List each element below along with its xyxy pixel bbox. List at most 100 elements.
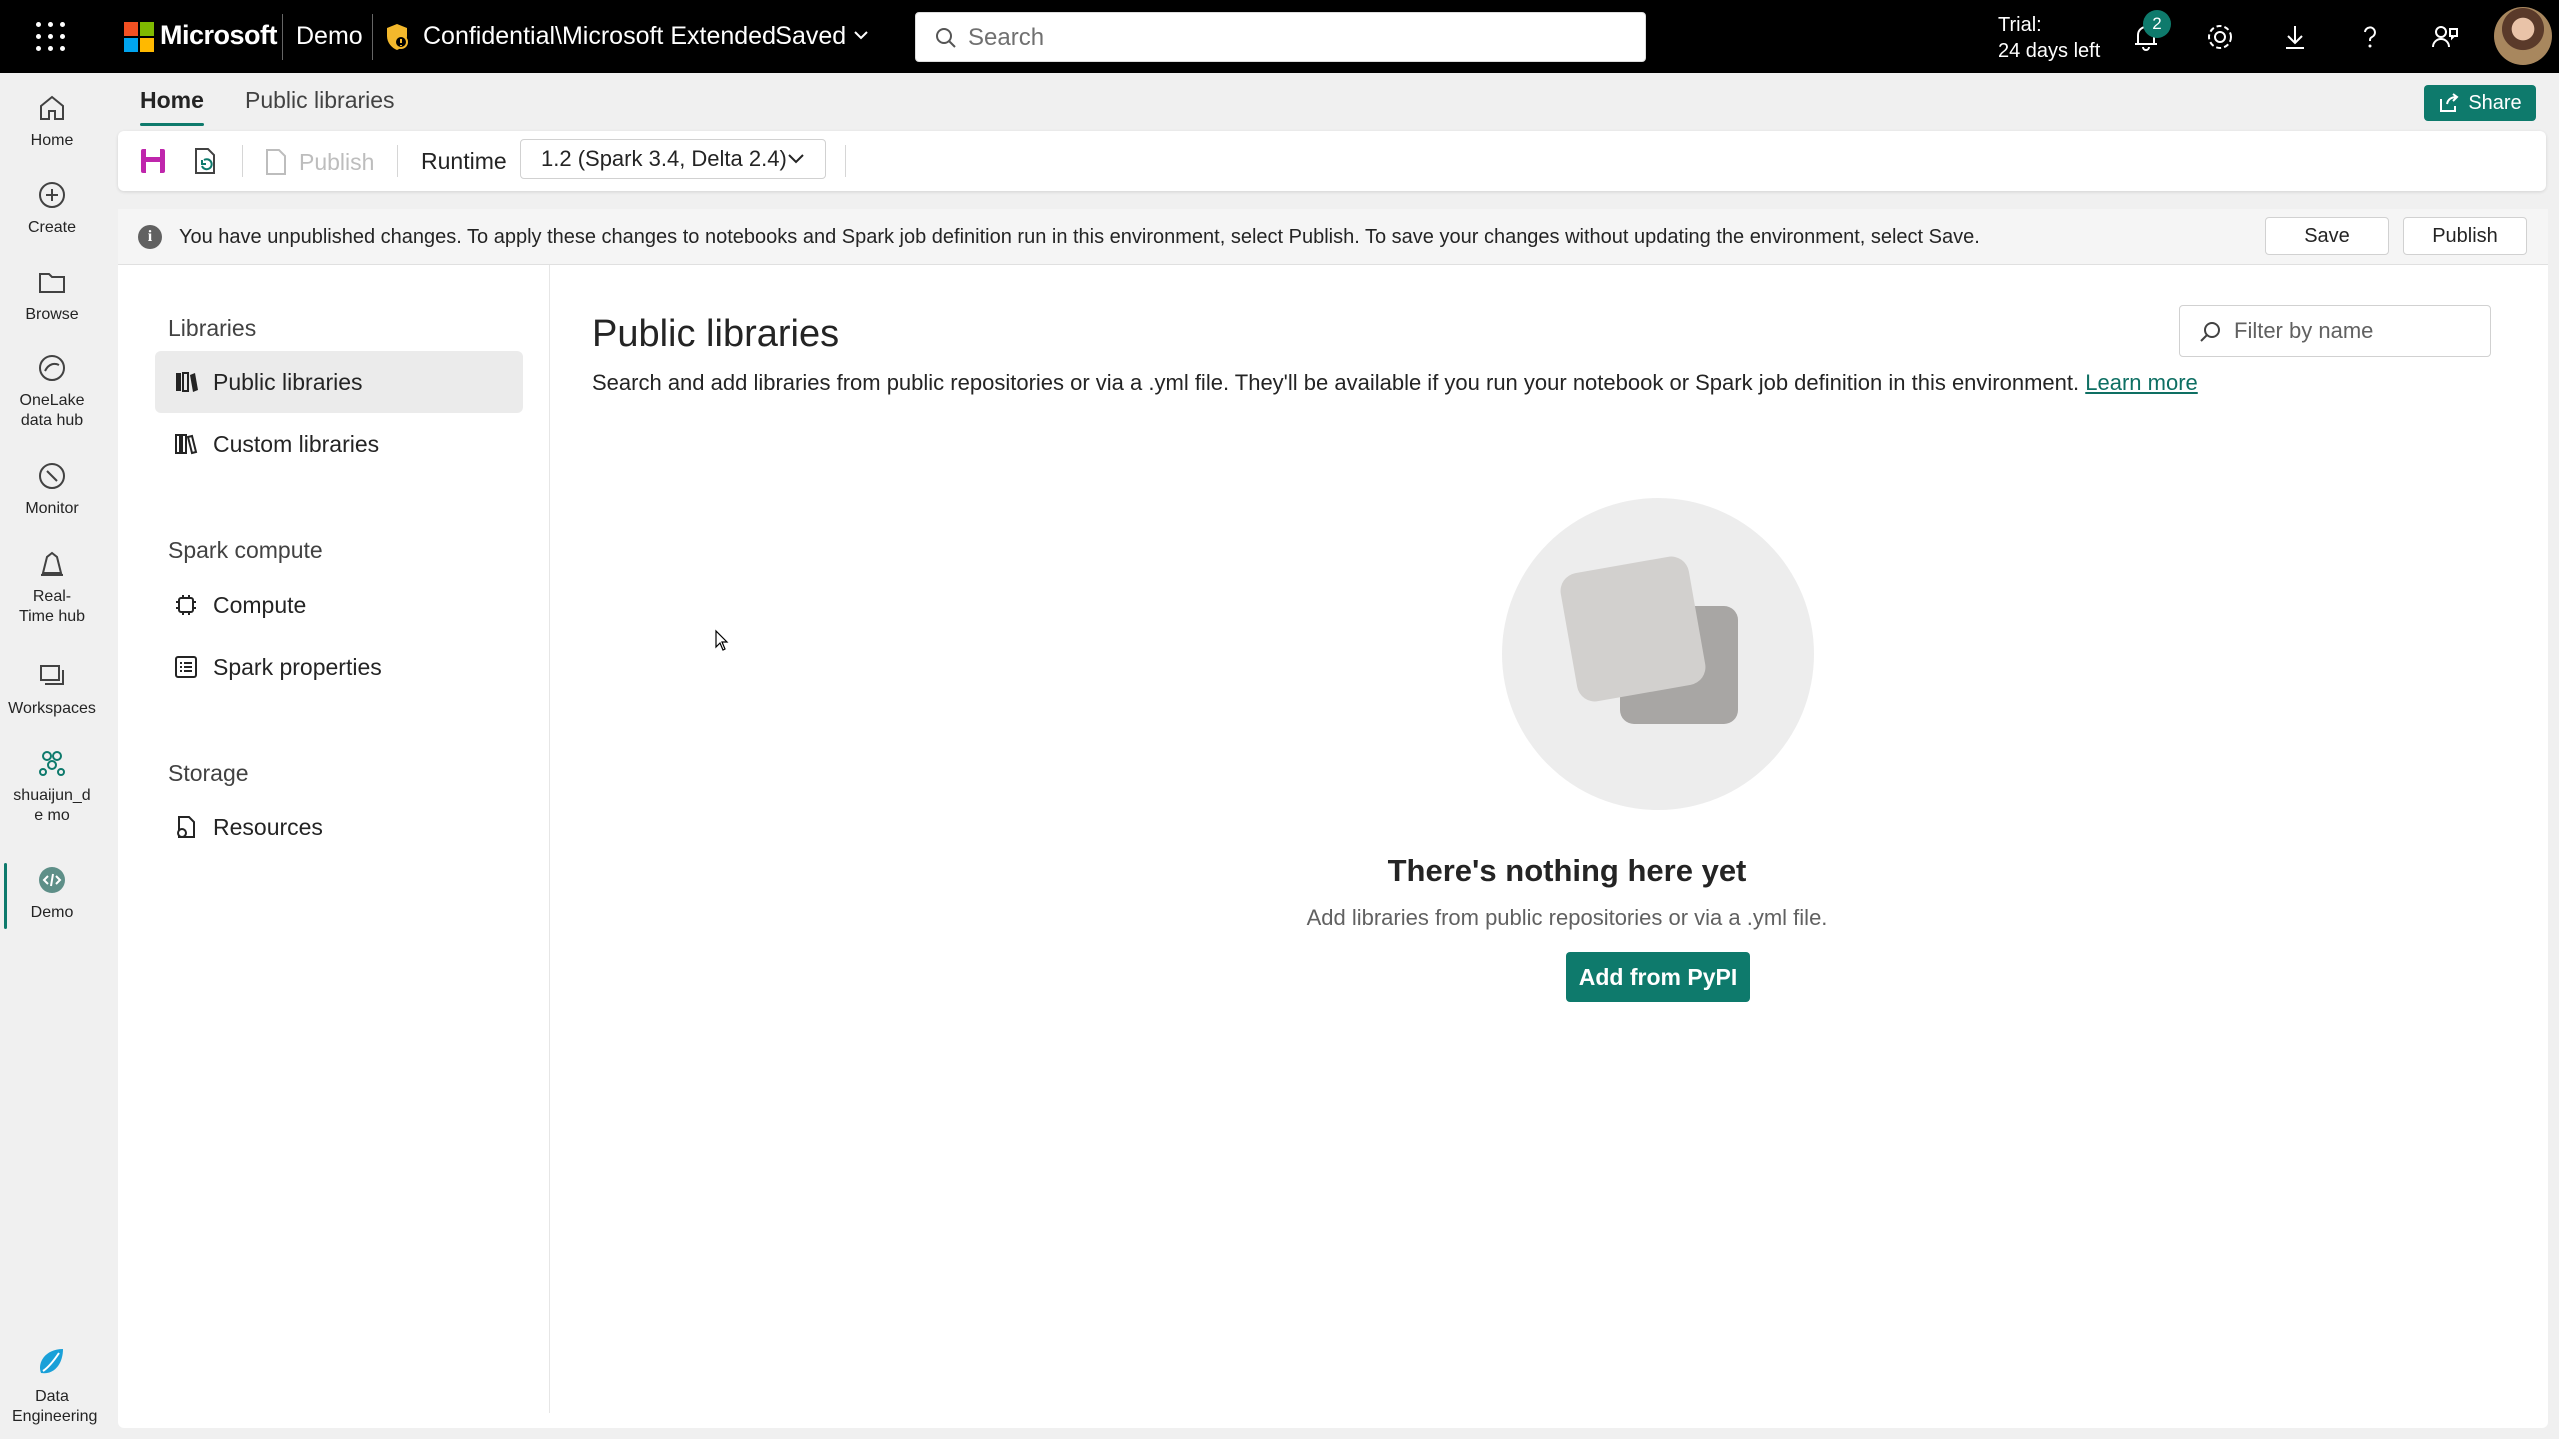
divider <box>397 145 398 177</box>
share-label: Share <box>2468 91 2522 114</box>
resources-icon <box>177 816 195 838</box>
nav-item-resources[interactable]: Resources <box>155 796 523 858</box>
rail-item-onelake[interactable]: OneLake data hub <box>0 351 104 431</box>
plus-circle-icon <box>39 182 65 208</box>
folder-icon <box>39 273 65 293</box>
add-from-pypi-button[interactable]: Add from PyPI <box>1566 952 1750 1002</box>
nav-label: Public libraries <box>213 369 363 395</box>
compute-icon <box>176 595 196 615</box>
filter-box[interactable] <box>2179 305 2491 357</box>
share-button[interactable]: Share <box>2424 85 2536 121</box>
rail-label: Home <box>30 132 74 149</box>
main-area: Home Public libraries Share Publish Runt… <box>118 73 2548 1428</box>
home-icon <box>40 95 64 120</box>
chevron-down-icon <box>788 154 804 164</box>
save-button[interactable]: Save <box>2265 217 2389 255</box>
page-title: Public libraries <box>592 313 840 355</box>
environment-icon <box>39 867 65 893</box>
trial-days: 24 days left <box>1998 40 2101 62</box>
nav-label: Spark properties <box>213 654 382 680</box>
rail-item-workspace-shuaijun[interactable]: shuaijun_de mo <box>0 746 104 826</box>
runtime-value: 1.2 (Spark 3.4, Delta 2.4) <box>541 146 787 171</box>
rail-item-realtime[interactable]: Real-Time hub <box>0 547 104 627</box>
divider <box>372 14 373 60</box>
search-input[interactable] <box>968 21 1628 55</box>
realtime-hub-icon <box>41 551 63 576</box>
rail-label: Real-Time hub <box>18 588 86 625</box>
empty-state-title: There's nothing here yet <box>1387 853 1747 888</box>
rail-label: OneLake data hub <box>19 392 85 429</box>
settings-nav: Libraries Public libraries Custom librar… <box>118 265 550 1413</box>
rail-item-monitor[interactable]: Monitor <box>0 459 104 519</box>
save-as-icon[interactable] <box>190 146 220 176</box>
microsoft-logo-icon <box>124 22 154 52</box>
workspaces-icon <box>40 665 64 685</box>
search-box[interactable] <box>915 12 1646 62</box>
rail-label: Create <box>27 219 77 236</box>
properties-list-icon <box>175 656 197 678</box>
nav-heading-libraries: Libraries <box>168 315 257 341</box>
banner-message: You have unpublished changes. To apply t… <box>179 226 1980 248</box>
empty-state-subtitle: Add libraries from public repositories o… <box>1306 905 1828 930</box>
custom-library-icon <box>175 434 198 455</box>
mouse-pointer-icon <box>715 629 729 651</box>
share-icon <box>2440 93 2459 112</box>
rail-item-home[interactable]: Home <box>0 91 104 151</box>
nav-item-compute[interactable]: Compute <box>155 574 523 636</box>
onelake-icon <box>39 355 65 381</box>
left-rail: Home Create Browse OneLake data hub Moni… <box>0 73 104 1439</box>
save-state[interactable]: · Saved <box>760 22 846 51</box>
notification-badge: 2 <box>2143 10 2171 38</box>
rail-item-browse[interactable]: Browse <box>0 265 104 325</box>
sensitivity-shield-icon[interactable] <box>384 22 410 52</box>
data-engineering-icon <box>39 1349 63 1374</box>
workspace-link[interactable]: Demo <box>296 22 363 51</box>
rail-item-workspaces[interactable]: Workspaces <box>0 659 104 719</box>
nav-item-custom-libraries[interactable]: Custom libraries <box>155 413 523 475</box>
help-icon[interactable] <box>2353 20 2387 54</box>
trial-label: Trial: <box>1998 14 2042 36</box>
gear-icon[interactable] <box>2203 20 2237 54</box>
empty-state-illustration <box>1502 498 1814 810</box>
download-icon[interactable] <box>2278 20 2312 54</box>
trial-status[interactable]: Trial: 24 days left <box>1998 12 2100 64</box>
save-icon[interactable] <box>138 146 168 176</box>
library-icon <box>176 372 198 392</box>
publish-button[interactable]: Publish <box>2403 217 2527 255</box>
nav-item-spark-properties[interactable]: Spark properties <box>155 636 523 698</box>
publish-toolbar-button[interactable]: Publish <box>263 145 374 179</box>
avatar[interactable] <box>2494 7 2552 65</box>
rail-item-create[interactable]: Create <box>0 178 104 238</box>
search-icon <box>936 28 956 48</box>
rail-item-demo[interactable]: Demo <box>0 863 104 929</box>
divider <box>242 145 243 177</box>
stacked-cards-icon <box>1560 556 1738 724</box>
filter-input[interactable] <box>2234 316 2474 346</box>
rail-label: shuaijun_de mo <box>13 787 91 824</box>
top-bar: Microsoft Demo Confidential\Microsoft Ex… <box>0 0 2559 73</box>
learn-more-link[interactable]: Learn more <box>2085 370 2198 395</box>
nav-heading-spark-compute: Spark compute <box>168 537 323 563</box>
tab-home[interactable]: Home <box>140 87 204 126</box>
public-libraries-panel: Public libraries Search and add librarie… <box>592 265 2542 1413</box>
document-title[interactable]: Confidential\Microsoft Extended <box>423 22 776 51</box>
rail-label: Workspaces <box>8 700 96 717</box>
content-panel: Libraries Public libraries Custom librar… <box>118 265 2548 1428</box>
unpublished-changes-banner: i You have unpublished changes. To apply… <box>118 209 2548 265</box>
rail-label: Data Engineering <box>12 1388 98 1425</box>
info-icon: i <box>138 225 162 249</box>
rail-label: Monitor <box>25 500 79 517</box>
runtime-dropdown[interactable]: 1.2 (Spark 3.4, Delta 2.4) <box>520 139 826 179</box>
rail-label: Demo <box>30 904 74 921</box>
nav-heading-storage: Storage <box>168 760 249 786</box>
search-icon <box>2200 322 2220 342</box>
chevron-down-icon[interactable] <box>852 26 870 44</box>
tab-public-libraries[interactable]: Public libraries <box>245 87 395 114</box>
feedback-icon[interactable] <box>2428 20 2462 54</box>
nav-item-public-libraries[interactable]: Public libraries <box>155 351 523 413</box>
toolbar: Publish Runtime 1.2 (Spark 3.4, Delta 2.… <box>118 131 2546 191</box>
app-launcher-icon[interactable] <box>36 22 66 52</box>
nav-label: Custom libraries <box>213 431 380 457</box>
rail-item-data-engineering[interactable]: Data Engineering <box>0 1343 104 1427</box>
brand-name: Microsoft <box>160 20 278 50</box>
